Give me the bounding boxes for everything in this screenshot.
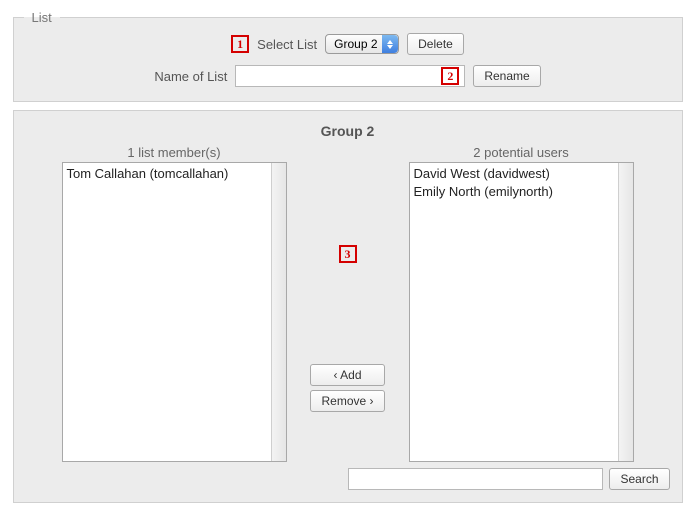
list-item[interactable]: Emily North (emilynorth) [414,183,614,201]
members-listbox[interactable]: Tom Callahan (tomcallahan) [62,162,287,462]
transfer-controls: 3 ‹ Add Remove › [293,145,403,462]
group-title: Group 2 [26,123,670,139]
potential-listbox[interactable]: David West (davidwest)Emily North (emily… [409,162,634,462]
potential-column: 2 potential users David West (davidwest)… [409,145,634,462]
list-item[interactable]: Tom Callahan (tomcallahan) [67,165,267,183]
search-row: Search [26,468,670,490]
add-button[interactable]: ‹ Add [310,364,384,386]
callout-1: 1 [231,35,249,53]
select-list-label: Select List [257,37,317,52]
list-legend: List [24,10,60,25]
select-list-row: 1 Select List Group 2 Delete [24,33,672,55]
remove-button[interactable]: Remove › [310,390,384,412]
potential-caption: 2 potential users [473,145,568,160]
name-of-list-row: Name of List 2 Rename [24,65,672,87]
members-caption: 1 list member(s) [127,145,220,160]
name-of-list-input[interactable] [235,65,465,87]
list-item[interactable]: David West (davidwest) [414,165,614,183]
members-column: 1 list member(s) Tom Callahan (tomcallah… [62,145,287,462]
search-button[interactable]: Search [609,468,669,490]
callout-3: 3 [339,245,357,263]
select-list-wrap: Group 2 [325,34,399,54]
group-panel: Group 2 1 list member(s) Tom Callahan (t… [13,110,683,503]
callout-2: 2 [441,67,459,85]
scrollbar-icon[interactable] [618,163,633,461]
search-input[interactable] [348,468,603,490]
list-fieldset: List 1 Select List Group 2 Delete Name o… [13,10,683,102]
rename-button[interactable]: Rename [473,65,540,87]
delete-button[interactable]: Delete [407,33,464,55]
name-input-wrap: 2 [235,65,465,87]
select-list-dropdown[interactable]: Group 2 [325,34,399,54]
dual-list-area: 1 list member(s) Tom Callahan (tomcallah… [26,145,670,462]
name-of-list-label: Name of List [154,69,227,84]
scrollbar-icon[interactable] [271,163,286,461]
